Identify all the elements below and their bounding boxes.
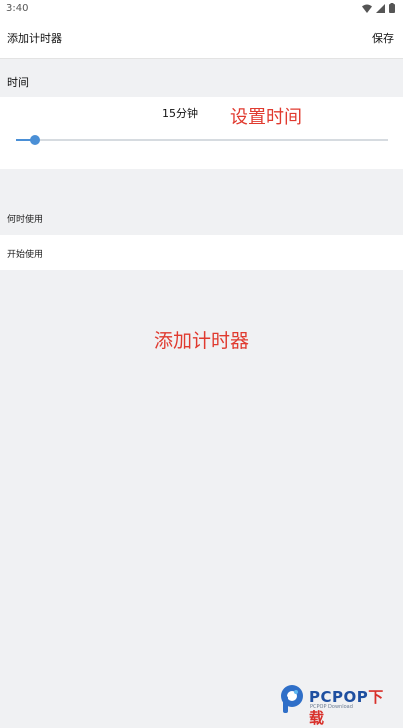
slider-thumb[interactable] bbox=[29, 135, 40, 145]
watermark: PCPOP下载 PCPOP Download bbox=[279, 682, 397, 727]
page-title: 添加计时器 bbox=[7, 32, 62, 45]
pcpop-logo-icon bbox=[279, 684, 305, 714]
duration-slider[interactable] bbox=[16, 135, 388, 145]
wifi-icon bbox=[362, 4, 372, 16]
start-usage-row[interactable]: 开始使用 bbox=[0, 235, 403, 270]
app-bar: 添加计时器 保存 bbox=[0, 18, 403, 59]
watermark-subtext: PCPOP Download bbox=[310, 704, 353, 710]
annotation-set-time: 设置时间 bbox=[230, 107, 302, 128]
cell-signal-icon bbox=[376, 3, 385, 16]
time-card: 15分钟 设置时间 bbox=[0, 97, 403, 169]
duration-value: 15分钟 bbox=[162, 107, 198, 120]
annotation-add-timer: 添加计时器 bbox=[153, 330, 249, 352]
slider-track bbox=[16, 139, 388, 141]
battery-icon bbox=[389, 3, 395, 16]
start-usage-label: 开始使用 bbox=[7, 250, 44, 260]
status-icons bbox=[362, 3, 395, 16]
time-section-label: 时间 bbox=[7, 76, 29, 89]
when-section-label: 何时使用 bbox=[7, 215, 44, 225]
status-time: 3:40 bbox=[6, 3, 29, 14]
status-bar: 3:40 bbox=[0, 0, 403, 18]
save-button[interactable]: 保存 bbox=[372, 26, 394, 50]
